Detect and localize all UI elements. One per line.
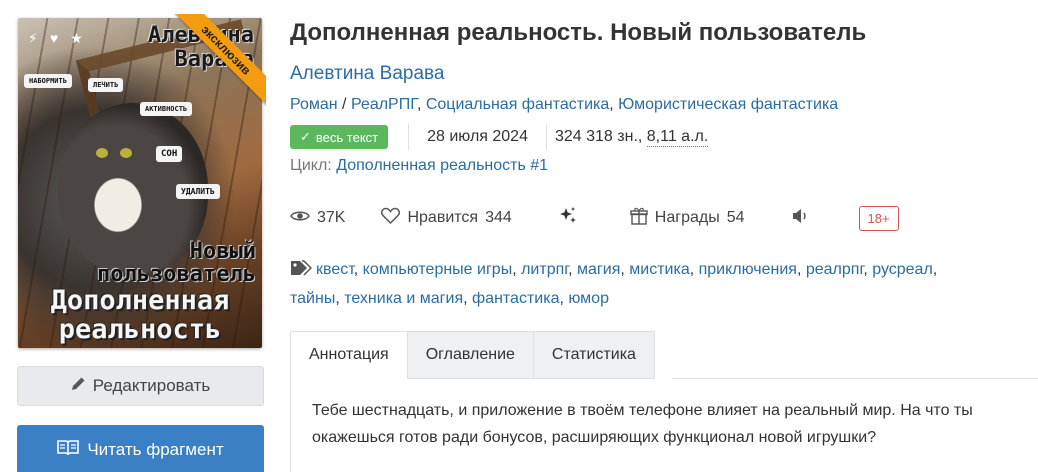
book-meta: ✓ весь текст 28 июля 2024 324 318 зн., 8…	[290, 124, 709, 150]
read-fragment-label: Читать фрагмент	[87, 440, 224, 459]
genre-link[interactable]: Юмористическая фантастика	[618, 96, 838, 113]
tags-list: квест, компьютерные игры, литрпг, магия,…	[290, 256, 1020, 312]
tag-link[interactable]: тайны	[290, 290, 335, 307]
star-icon: ★	[70, 30, 83, 46]
audio-button[interactable]	[791, 208, 809, 229]
tab-bar: Аннотация Оглавление Статистика	[290, 331, 655, 379]
tab-statistics[interactable]: Статистика	[533, 331, 655, 379]
author-link[interactable]: Алевтина Варава	[290, 63, 444, 85]
cover-chip: ЛЕЧИТЬ	[88, 78, 124, 92]
read-fragment-button[interactable]: Читать фрагмент	[17, 425, 264, 472]
publish-date: 28 июля 2024	[427, 128, 528, 145]
cover-chip: НАБОРМИТЬ	[24, 74, 72, 88]
sparkle-icon	[558, 206, 578, 231]
gift-icon	[630, 207, 648, 230]
eye-icon	[290, 209, 310, 228]
cover-chip: УДАЛИТЬ	[176, 184, 220, 199]
series-label: Цикл:	[290, 157, 332, 174]
tag-link[interactable]: юмор	[568, 290, 609, 307]
cover-chip: СОН	[156, 146, 183, 162]
stats-bar: 37K Нравится 344 Награды 54 18+	[290, 204, 899, 232]
tag-link[interactable]: мистика	[629, 261, 689, 278]
pencil-icon	[71, 376, 85, 396]
cover-icons: ⚡ ♥ ★	[28, 30, 83, 47]
tag-link[interactable]: русреал	[872, 261, 933, 278]
book-title: Дополненная реальность. Новый пользовате…	[290, 19, 867, 46]
annotation-text: Тебе шестнадцать, и приложение в твоём т…	[312, 402, 973, 446]
views-stat: 37K	[290, 209, 345, 228]
tag-link[interactable]: техника и магия	[344, 290, 463, 307]
tab-contents[interactable]: Оглавление	[407, 331, 534, 379]
status-badge: ✓ весь текст	[290, 125, 389, 149]
heart-icon: ♥	[49, 30, 59, 46]
book-cover[interactable]: ⚡ ♥ ★ Алевтина Варава НАБОРМИТЬ ЛЕЧИТЬ А…	[18, 14, 266, 348]
size-chars: 324 318 зн.,	[554, 128, 643, 145]
open-book-icon	[57, 439, 80, 462]
sparkle-button[interactable]	[558, 206, 578, 231]
cover-subtitle: Новый пользователь	[97, 239, 256, 287]
tag-link[interactable]: фантастика	[472, 290, 559, 307]
tag-icon	[290, 258, 313, 285]
speaker-icon	[791, 208, 809, 229]
edit-button-label: Редактировать	[92, 376, 211, 395]
cover-title: Дополненная реальность	[50, 285, 230, 345]
tag-link[interactable]: приключения	[699, 261, 797, 278]
genre-link[interactable]: Роман	[290, 96, 338, 113]
series-link[interactable]: Дополненная реальность #1	[336, 157, 548, 174]
tab-annotation[interactable]: Аннотация	[290, 331, 408, 379]
heart-icon	[381, 207, 401, 229]
series-line: Цикл: Дополненная реальность #1	[290, 157, 548, 175]
awards-button[interactable]: Награды 54	[630, 207, 745, 230]
like-button[interactable]: Нравится 344	[381, 207, 512, 229]
tag-link[interactable]: квест	[316, 261, 354, 278]
check-icon: ✓	[300, 129, 311, 144]
edit-button[interactable]: Редактировать	[17, 366, 264, 406]
genre-link[interactable]: Социальная фантастика	[426, 96, 609, 113]
tag-link[interactable]: реалрпг	[806, 261, 863, 278]
age-rating-badge: 18+	[858, 205, 899, 231]
lightning-icon: ⚡	[28, 30, 38, 46]
genres-line: Роман / РеалРПГ, Социальная фантастика, …	[290, 96, 839, 113]
tag-link[interactable]: магия	[577, 261, 620, 278]
tag-link[interactable]: литрпг	[521, 261, 568, 278]
genre-link[interactable]: РеалРПГ	[351, 96, 417, 113]
tag-link[interactable]: компьютерные игры	[363, 261, 513, 278]
exclusive-ribbon: эксклюзив	[170, 14, 266, 107]
size-al[interactable]: 8,11 а.л.	[646, 128, 709, 147]
